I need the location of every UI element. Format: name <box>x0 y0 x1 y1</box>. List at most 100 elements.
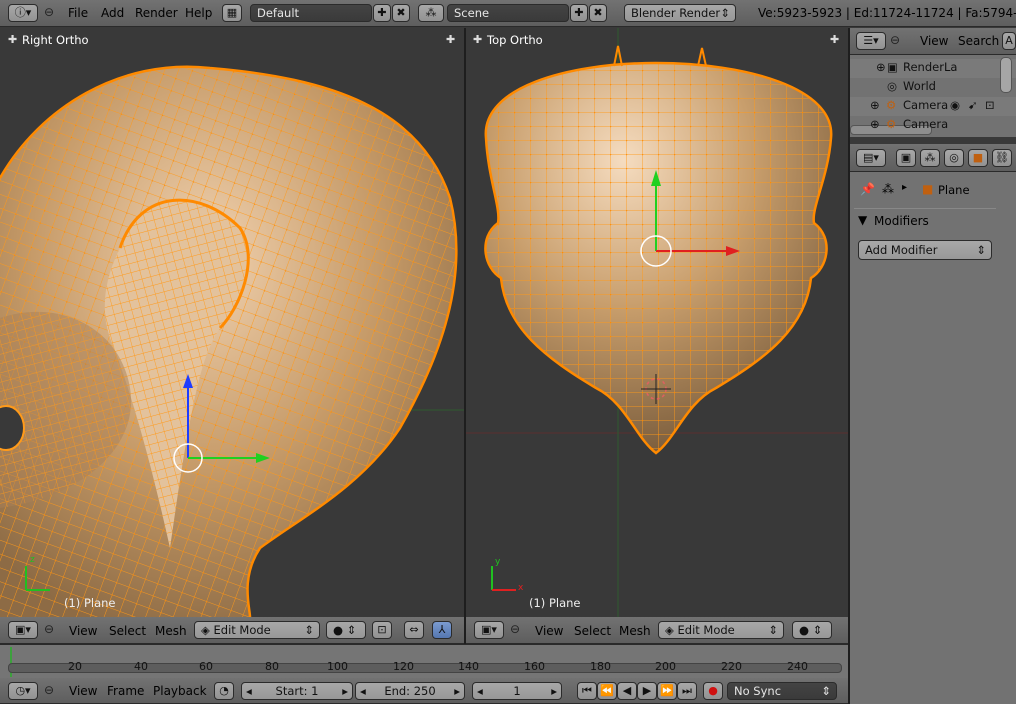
visibility-eye-icon[interactable]: ◉ <box>950 98 960 112</box>
current-frame-label: 1 <box>513 684 521 698</box>
info-editor-type-button[interactable]: ⓘ▾ <box>8 4 38 22</box>
collapse-outliner-icon[interactable]: ⊖ <box>890 33 900 47</box>
left-mesh-view[interactable]: z <box>0 28 464 617</box>
remove-layout-button[interactable]: ✖ <box>392 4 410 22</box>
prev-keyframe-icon[interactable]: ⏪ <box>597 682 617 700</box>
camera-icon: ⚙ <box>886 117 897 129</box>
collapse-timeline-icon[interactable]: ⊖ <box>44 683 54 697</box>
chevron-updown-icon: ⇕ <box>768 623 778 637</box>
outliner-display-mode-button[interactable]: A <box>1002 32 1016 50</box>
world-tab-icon[interactable]: ◎ <box>944 149 964 167</box>
menu-help[interactable]: Help <box>185 6 212 20</box>
expand-icon[interactable]: ⊕ <box>870 98 880 112</box>
start-frame-field[interactable]: ◂ Start: 1 ▸ <box>241 682 353 700</box>
scene-icon[interactable]: ⁂ <box>418 4 444 22</box>
svg-text:y: y <box>495 557 501 567</box>
pivot-icon-left[interactable]: ⊡ <box>372 621 392 639</box>
timeline-menu-frame[interactable]: Frame <box>107 684 144 698</box>
collapse-header-icon-right[interactable]: ⊖ <box>510 622 520 636</box>
collapse-header-icon-left[interactable]: ⊖ <box>44 622 54 636</box>
timeline-tick: 20 <box>68 660 82 673</box>
timeline-tick: 40 <box>134 660 148 673</box>
select-cursor-icon[interactable]: ➹ <box>968 98 978 112</box>
menu-mesh-left[interactable]: Mesh <box>155 624 187 638</box>
timeline-tick: 80 <box>265 660 279 673</box>
next-keyframe-icon[interactable]: ⏩ <box>657 682 677 700</box>
right-mesh-view[interactable]: y x <box>466 28 848 617</box>
modifiers-panel-header[interactable]: ▼ Modifiers <box>854 208 996 233</box>
viewport-top-ortho[interactable]: y x Top Ortho ✚ ✚ (1) Plane <box>466 28 848 617</box>
right-arrow-icon: ▸ <box>342 684 348 698</box>
sync-mode-select[interactable]: No Sync ⇕ <box>727 682 837 700</box>
object-breadcrumb-icon: ■ <box>922 182 934 196</box>
scene-field[interactable]: Scene <box>447 4 569 22</box>
shading-select-right[interactable]: ● ⇕ <box>792 621 832 639</box>
timeline-menu-view[interactable]: View <box>69 684 97 698</box>
render-layers-icon: ▣ <box>887 60 898 74</box>
outliner-row-camera[interactable]: ⊕ ⚙ Camera ◉ ➹ ⊡ <box>850 98 1016 117</box>
outliner-row-camera-2[interactable]: ⊕ ⚙ Camera <box>850 117 1016 129</box>
left-arrow-icon: ◂ <box>246 684 252 698</box>
timeline-tick: 120 <box>393 660 414 673</box>
timeline-tick: 100 <box>327 660 348 673</box>
outliner-editor-type-button[interactable]: ☰▾ <box>856 32 886 50</box>
menu-select-left[interactable]: Select <box>109 624 146 638</box>
preview-range-icon[interactable]: ◔ <box>214 682 234 700</box>
add-layout-button[interactable]: ✚ <box>373 4 391 22</box>
manipulator-icon-left[interactable]: ⇔ <box>404 621 424 639</box>
jump-start-icon[interactable]: ⏮ <box>577 682 597 700</box>
viewport-right-object-name: (1) Plane <box>529 596 581 610</box>
render-engine-select[interactable]: Blender Render ⇕ <box>624 4 736 22</box>
object-tab-icon[interactable]: ■ <box>968 149 988 167</box>
current-frame-field[interactable]: ◂ 1 ▸ <box>472 682 562 700</box>
timeline-menu-playback[interactable]: Playback <box>153 684 207 698</box>
outliner-menu-view[interactable]: View <box>920 34 948 48</box>
render-tab-icon[interactable]: ▣ <box>896 149 916 167</box>
remove-scene-button[interactable]: ✖ <box>589 4 607 22</box>
scene-tab-icon[interactable]: ⁂ <box>920 149 940 167</box>
add-modifier-select[interactable]: Add Modifier ⇕ <box>858 240 992 260</box>
expand-icon[interactable]: ⊕ <box>870 117 880 129</box>
end-frame-field[interactable]: ◂ End: 250 ▸ <box>355 682 465 700</box>
menu-render[interactable]: Render <box>135 6 178 20</box>
shading-select-left[interactable]: ● ⇕ <box>326 621 366 639</box>
timeline-tick: 220 <box>721 660 742 673</box>
outliner-row-renderlayers[interactable]: ⊕ ▣ RenderLa <box>850 60 1016 79</box>
add-scene-button[interactable]: ✚ <box>570 4 588 22</box>
mode-select-right[interactable]: ◈ Edit Mode ⇕ <box>658 621 784 639</box>
viewport-right-ortho[interactable]: z Right Ortho ✚ ✚ (1) Plane <box>0 28 464 617</box>
editor-type-button-left[interactable]: ▣▾ <box>8 621 38 639</box>
menu-add[interactable]: Add <box>101 6 124 20</box>
world-icon: ◎ <box>887 79 898 93</box>
play-icon[interactable]: ▶ <box>637 682 657 700</box>
record-icon[interactable]: ● <box>703 682 723 700</box>
viewport-left-corner-widget-icon[interactable]: ✚ <box>446 33 455 46</box>
render-camera-icon[interactable]: ⊡ <box>985 98 995 112</box>
timeline-tick: 140 <box>458 660 479 673</box>
menu-view-left[interactable]: View <box>69 624 97 638</box>
viewport-left-corner-plus-icon[interactable]: ✚ <box>8 33 17 46</box>
viewport-right-corner-plus-icon[interactable]: ✚ <box>473 33 482 46</box>
outliner-row-world[interactable]: ◎ World <box>850 79 1016 98</box>
screen-layout-field[interactable]: Default <box>250 4 372 22</box>
menu-select-right[interactable]: Select <box>574 624 611 638</box>
expand-icon[interactable]: ⊕ <box>876 60 886 74</box>
viewport-right-corner-widget-icon[interactable]: ✚ <box>830 33 839 46</box>
viewport-left-object-name: (1) Plane <box>64 596 116 610</box>
mode-select-left[interactable]: ◈ Edit Mode ⇕ <box>194 621 320 639</box>
collapse-menu-icon[interactable]: ⊖ <box>44 5 54 19</box>
play-reverse-icon[interactable]: ◀ <box>617 682 637 700</box>
outliner-menu-search[interactable]: Search <box>958 34 999 48</box>
properties-editor-type-button[interactable]: ▤▾ <box>856 149 886 167</box>
menu-file[interactable]: File <box>68 6 88 20</box>
axis-toggle-icon-left[interactable]: ⅄ <box>432 621 452 639</box>
jump-end-icon[interactable]: ⏭ <box>677 682 697 700</box>
editor-type-button-right[interactable]: ▣▾ <box>474 621 504 639</box>
edit-mode-icon: ◈ <box>665 623 678 637</box>
menu-mesh-right[interactable]: Mesh <box>619 624 651 638</box>
menu-view-right[interactable]: View <box>535 624 563 638</box>
timeline-editor-type-button[interactable]: ◷▾ <box>8 682 38 700</box>
screen-layout-icon[interactable]: ▦ <box>222 4 242 22</box>
pin-icon[interactable]: 📌 <box>860 182 875 196</box>
constraints-tab-icon[interactable]: ⛓ <box>992 149 1012 167</box>
